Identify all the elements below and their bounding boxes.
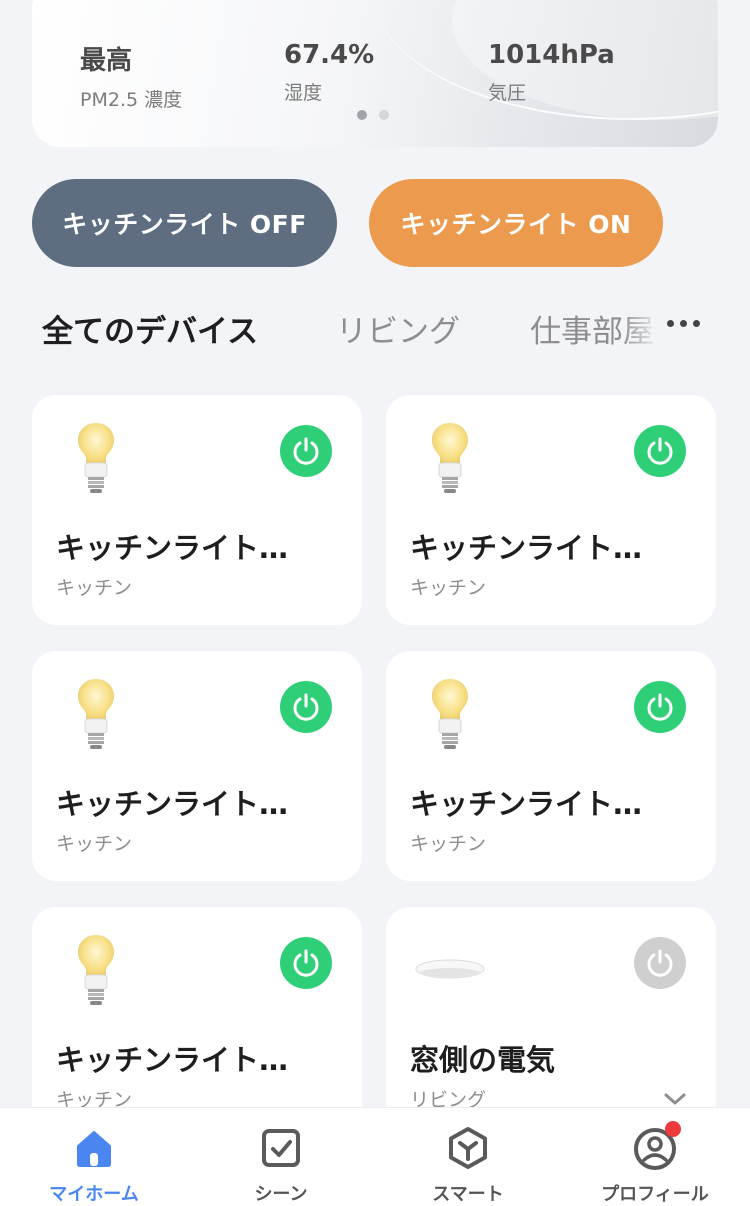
power-toggle-button[interactable] bbox=[634, 937, 686, 989]
nav-smart[interactable]: スマート bbox=[378, 1108, 558, 1206]
nav-smart-label: スマート bbox=[432, 1184, 504, 1205]
power-icon bbox=[290, 691, 322, 723]
humidity-label: 湿度 bbox=[284, 82, 323, 104]
scene-kitchen-light-off-button[interactable]: キッチンライト OFF bbox=[32, 179, 337, 267]
nav-my-home-label: マイホーム bbox=[49, 1184, 139, 1205]
power-icon bbox=[290, 947, 322, 979]
scene-checkbox-icon bbox=[259, 1126, 303, 1174]
humidity-value: 67.4% bbox=[284, 40, 375, 70]
power-toggle-button[interactable] bbox=[280, 425, 332, 477]
notification-badge bbox=[665, 1121, 681, 1137]
pager-dot-1[interactable] bbox=[357, 110, 367, 120]
bulb-icon bbox=[76, 421, 116, 495]
device-room: キッチン bbox=[410, 833, 487, 855]
nav-profile-label: プロフィール bbox=[601, 1184, 709, 1205]
power-toggle-button[interactable] bbox=[634, 681, 686, 733]
humidity-stat: 67.4% 湿度 bbox=[284, 40, 374, 105]
pm25-stat: 最高 PM2.5 濃度 bbox=[80, 40, 182, 112]
device-name: キッチンライト… bbox=[410, 787, 643, 821]
ceiling-light-icon bbox=[414, 957, 486, 983]
device-card[interactable]: キッチンライト… キッチン bbox=[386, 651, 716, 881]
device-name: 窓側の電気 bbox=[410, 1043, 556, 1077]
smart-cube-icon bbox=[446, 1126, 490, 1174]
more-tabs-button[interactable] bbox=[667, 320, 700, 327]
pm25-label: PM2.5 濃度 bbox=[80, 89, 183, 111]
device-room: キッチン bbox=[410, 577, 487, 599]
power-icon bbox=[644, 691, 676, 723]
device-card[interactable]: キッチンライト… キッチン bbox=[32, 651, 362, 881]
bulb-icon bbox=[430, 421, 470, 495]
room-tabs: 全てのデバイス リビング 仕事部屋 bbox=[42, 306, 722, 356]
tab-work-room[interactable]: 仕事部屋 bbox=[530, 306, 660, 351]
device-room: キッチン bbox=[56, 833, 133, 855]
device-name: キッチンライト… bbox=[56, 787, 289, 821]
device-name: キッチンライト… bbox=[56, 1043, 289, 1077]
pressure-stat: 1014hPa 気圧 bbox=[488, 40, 615, 105]
bulb-icon bbox=[430, 677, 470, 751]
chevron-down-icon[interactable] bbox=[662, 1091, 688, 1107]
device-name: キッチンライト… bbox=[410, 531, 643, 565]
nav-scene-label: シーン bbox=[254, 1184, 308, 1205]
tab-all-devices[interactable]: 全てのデバイス bbox=[42, 306, 258, 351]
bulb-icon bbox=[76, 933, 116, 1007]
bottom-nav: マイホーム シーン スマート プロフィール bbox=[0, 1107, 750, 1206]
device-room: キッチン bbox=[56, 577, 133, 599]
device-card[interactable]: キッチンライト… キッチン bbox=[32, 907, 362, 1137]
power-toggle-button[interactable] bbox=[280, 937, 332, 989]
more-dot bbox=[693, 320, 700, 327]
power-toggle-button[interactable] bbox=[280, 681, 332, 733]
nav-scene[interactable]: シーン bbox=[191, 1108, 371, 1206]
power-icon bbox=[290, 435, 322, 467]
nav-profile[interactable]: プロフィール bbox=[565, 1108, 745, 1206]
power-toggle-button[interactable] bbox=[634, 425, 686, 477]
pressure-value: 1014hPa bbox=[488, 40, 615, 70]
pressure-label: 気圧 bbox=[488, 82, 527, 104]
tab-living[interactable]: リビング bbox=[336, 306, 460, 351]
more-dot bbox=[680, 320, 687, 327]
power-icon bbox=[644, 947, 676, 979]
pager-dot-2[interactable] bbox=[379, 110, 389, 120]
device-card[interactable]: 窓側の電気 リビング bbox=[386, 907, 716, 1137]
pm25-value: 最高 bbox=[80, 46, 133, 76]
scene-kitchen-light-on-button[interactable]: キッチンライト ON bbox=[369, 179, 663, 267]
nav-my-home[interactable]: マイホーム bbox=[4, 1108, 184, 1206]
environment-card[interactable]: 最高 PM2.5 濃度 67.4% 湿度 1014hPa 気圧 bbox=[32, 0, 718, 147]
bulb-icon bbox=[76, 677, 116, 751]
card-pager bbox=[357, 110, 389, 120]
device-name: キッチンライト… bbox=[56, 531, 289, 565]
home-icon bbox=[72, 1126, 116, 1174]
more-dot bbox=[667, 320, 674, 327]
power-icon bbox=[644, 435, 676, 467]
device-card[interactable]: キッチンライト… キッチン bbox=[32, 395, 362, 625]
device-card[interactable]: キッチンライト… キッチン bbox=[386, 395, 716, 625]
